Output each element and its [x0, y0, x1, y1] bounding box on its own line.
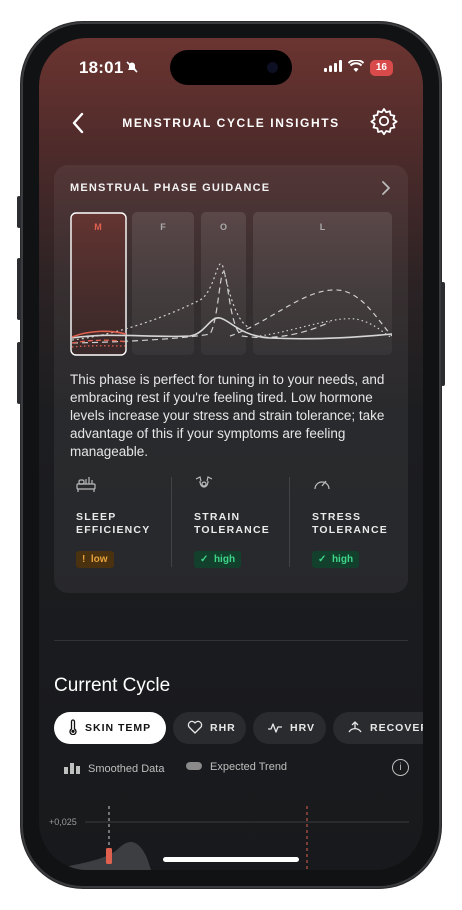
- status-badge: ✓ high: [312, 551, 360, 568]
- status-time: 18:01: [79, 58, 124, 77]
- screen: 18:01 16 MENSTRUAL CYCLE INSIGHTS MENSTR…: [39, 38, 423, 870]
- legend-label: Smoothed Data: [88, 763, 165, 775]
- bed-icon: [76, 475, 96, 493]
- metric-sleep-efficiency: SLEEP EFFICIENCY ! low: [68, 475, 180, 585]
- tab-label: RECOVERY: [370, 722, 423, 734]
- power-button: [441, 282, 445, 386]
- volume-down-button: [17, 342, 21, 404]
- metric-tabs: SKIN TEMP RHR HRV RECOVERY: [54, 712, 423, 744]
- wifi-icon: [347, 59, 365, 77]
- metric-label-line2: TOLERANCE: [312, 524, 388, 536]
- tab-label: SKIN TEMP: [85, 722, 152, 734]
- nav-bar: MENSTRUAL CYCLE INSIGHTS: [39, 108, 423, 138]
- page-title: MENSTRUAL CYCLE INSIGHTS: [122, 116, 340, 130]
- badge-text: high: [331, 554, 354, 565]
- phase-column-o[interactable]: [201, 212, 246, 355]
- phase-label-m: M: [94, 222, 102, 232]
- phase-label-l: L: [320, 222, 326, 232]
- divider: [171, 477, 172, 567]
- phase-guidance-card[interactable]: MENSTRUAL PHASE GUIDANCE M F O L This ph…: [54, 165, 408, 593]
- status-badge: ✓ high: [194, 551, 242, 568]
- legend-smoothed: Smoothed Data: [64, 761, 164, 777]
- metric-label: SLEEP EFFICIENCY: [76, 511, 150, 537]
- battery-icon: 16: [369, 60, 393, 76]
- section-divider: [54, 640, 408, 641]
- strain-icon: [194, 475, 214, 493]
- dynamic-island: [170, 50, 292, 85]
- badge-text: high: [213, 554, 236, 565]
- gear-icon[interactable]: [369, 106, 399, 136]
- phase-label-o: O: [220, 222, 227, 232]
- tab-label: HRV: [290, 722, 315, 734]
- badge-text: low: [90, 554, 108, 565]
- recovery-icon: [347, 720, 363, 737]
- bar-chart-icon: [64, 761, 80, 777]
- gauge-icon: [312, 475, 332, 493]
- phase-label-f: F: [160, 222, 166, 232]
- chevron-right-icon[interactable]: [380, 180, 392, 196]
- tab-rhr[interactable]: RHR: [173, 712, 246, 744]
- bell-slash-icon: [125, 60, 139, 74]
- tab-recovery[interactable]: RECOVERY: [333, 712, 423, 744]
- metric-label: STRAIN TOLERANCE: [194, 511, 270, 537]
- badge-symbol: ✓: [200, 554, 209, 565]
- metric-label-line1: STRESS: [312, 511, 362, 523]
- status-right: 16: [323, 59, 393, 77]
- y-tick-label: +0,025: [49, 817, 77, 827]
- metric-label-line2: EFFICIENCY: [76, 524, 151, 536]
- metrics-row: SLEEP EFFICIENCY ! low STRAIN TOLERANCE ✓ …: [54, 475, 408, 585]
- thermometer-icon: [68, 718, 78, 738]
- metric-stress-tolerance: STRESS TOLERANCE ✓ high: [304, 475, 416, 585]
- legend-expected: Expected Trend: [186, 761, 287, 773]
- period-marker: [106, 848, 112, 864]
- chart-legend: Smoothed Data Expected Trend i: [64, 759, 409, 777]
- phase-description: This phase is perfect for tuning in to y…: [70, 372, 385, 459]
- tab-hrv[interactable]: HRV: [253, 712, 326, 744]
- tab-skin-temp[interactable]: SKIN TEMP: [54, 712, 166, 744]
- badge-symbol: !: [82, 554, 86, 565]
- side-button: [17, 196, 21, 228]
- volume-up-button: [17, 258, 21, 320]
- legend-label: Expected Trend: [210, 761, 288, 773]
- phase-chart: M F O L: [70, 212, 392, 356]
- info-icon[interactable]: i: [392, 759, 409, 776]
- metric-strain-tolerance: STRAIN TOLERANCE ✓ high: [186, 475, 298, 585]
- metric-label-line1: SLEEP: [76, 511, 117, 523]
- card-title: MENSTRUAL PHASE GUIDANCE: [70, 182, 271, 194]
- signal-icon: [323, 59, 342, 77]
- metric-label: STRESS TOLERANCE: [312, 511, 388, 537]
- heart-icon: [187, 720, 203, 737]
- tab-label: RHR: [210, 722, 236, 734]
- metric-label-line2: TOLERANCE: [194, 524, 270, 536]
- section-title: Current Cycle: [54, 675, 171, 696]
- badge-symbol: ✓: [318, 554, 327, 565]
- camera-icon: [267, 62, 278, 73]
- divider: [289, 477, 290, 567]
- trend-pill-icon: [186, 761, 202, 773]
- status-badge: ! low: [76, 551, 114, 568]
- home-indicator[interactable]: [163, 857, 299, 862]
- metric-label-line1: STRAIN: [194, 511, 241, 523]
- hrv-icon: [267, 720, 283, 737]
- phase-column-f[interactable]: [132, 212, 194, 355]
